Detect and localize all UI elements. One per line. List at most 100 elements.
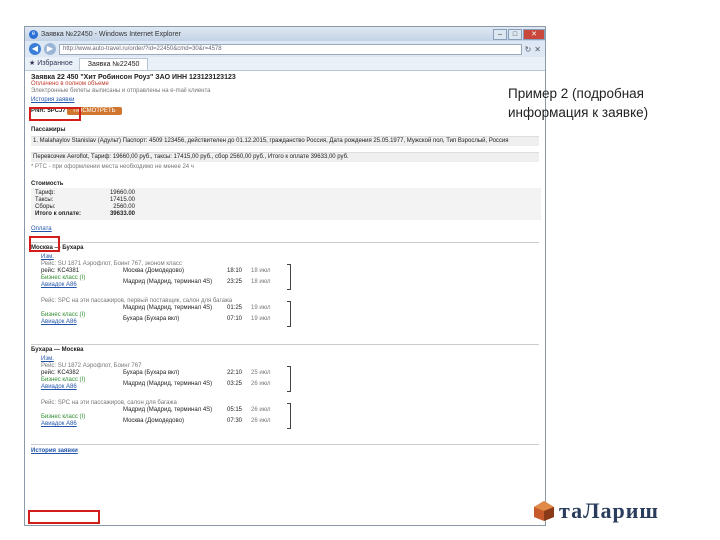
cost-label: Сборы: <box>35 204 56 210</box>
pay-link[interactable]: Оплата <box>31 226 52 233</box>
window-controls: – □ ✕ <box>492 28 545 40</box>
route-title: Бухара — Москва <box>31 344 539 354</box>
from-city: Мадрид (Мадрид, терминал 4S) <box>123 305 213 311</box>
arr-date: 26 июл <box>251 381 271 387</box>
cost-label: Тариф: <box>35 190 56 196</box>
highlight-history-top <box>29 107 81 121</box>
flight-segment: Изм. Рейс: SU 1872 Аэрофлот, Боинг 767 р… <box>31 356 539 398</box>
logo-mark-icon <box>534 501 554 521</box>
dep-date: 25 июл <box>251 370 271 376</box>
order-status: Оплачено в полном объеме <box>31 81 109 87</box>
tab-order[interactable]: Заявка №22450 <box>78 58 149 70</box>
cost-row: Сборы: 2560.00 <box>35 204 135 211</box>
browser-window: e Заявка №22450 - Windows Internet Explo… <box>24 26 546 526</box>
flight-segment: Изм. Рейс: SU 1871 Аэрофлот, Боинг 767, … <box>31 254 539 296</box>
stop-icon[interactable]: ✕ <box>534 45 541 54</box>
dep-time: 22:10 <box>227 370 243 376</box>
segment-class: Бизнес класс (I) <box>41 377 86 383</box>
history-link-bottom[interactable]: История заявки <box>31 448 78 454</box>
address-bar: ◀ ▶ http://www.auto-travel.ru/order/?id=… <box>25 41 545 57</box>
segment-head: Рейс: SPC на эти пассажиров, салон для б… <box>41 400 177 406</box>
from-city: Мадрид (Мадрид, терминал 4S) <box>123 407 213 413</box>
passengers-title: Пассажиры <box>31 127 66 133</box>
footer-row: История заявки <box>31 444 539 455</box>
segment-link[interactable]: Авиадок А86 <box>41 319 77 326</box>
segment-head: Рейс: SPC на эти пассажиров, первый пост… <box>41 298 233 304</box>
segment-bracket <box>287 366 291 392</box>
cost-row: Таксы: 17415.00 <box>35 197 135 204</box>
address-icons: ↻ ✕ <box>525 45 541 54</box>
highlight-pay-link <box>29 236 60 252</box>
page-content: Заявка 22 450 "Хит Робинсон Роуз" ЗАО ИН… <box>25 71 545 525</box>
to-city: Москва (Домодедово) <box>123 418 184 424</box>
dep-date: 26 июл <box>251 407 271 413</box>
dep-time: 05:15 <box>227 407 243 413</box>
segment-head: Рейс: SU 1872 Аэрофлот, Боинг 767 <box>41 363 142 369</box>
flight-segment: Рейс: SPC на эти пассажиров, первый пост… <box>31 298 539 340</box>
segment-class: Бизнес класс (I) <box>41 414 86 420</box>
from-city: Москва (Домодедово) <box>123 268 184 274</box>
company-logo: таЛариш <box>533 498 659 524</box>
title-bar: e Заявка №22450 - Windows Internet Explo… <box>25 27 545 41</box>
back-icon[interactable]: ◀ <box>29 43 41 55</box>
maximize-icon[interactable]: □ <box>508 28 522 40</box>
minimize-icon[interactable]: – <box>493 28 507 40</box>
arr-time: 07:30 <box>227 418 243 424</box>
segment-class: Бизнес класс (I) <box>41 312 86 318</box>
segment-flight: рейс: KC4381 <box>41 268 80 274</box>
cost-title: Стоимость <box>31 181 64 187</box>
arr-date: 26 июл <box>251 418 271 424</box>
dep-date: 18 июл <box>251 268 271 274</box>
cost-label: Таксы: <box>35 197 54 203</box>
cost-row-total: Итого к оплате: 39633.00 <box>35 211 135 218</box>
logo-text: таЛариш <box>559 498 659 523</box>
segment-link[interactable]: Авиадок А86 <box>41 282 77 289</box>
cost-label: Итого к оплате: <box>35 211 81 217</box>
forward-icon[interactable]: ▶ <box>44 43 56 55</box>
cost-table: Тариф: 19660.00 Таксы: 17415.00 Сборы: 2560… <box>31 188 541 220</box>
arr-time: 23:25 <box>227 279 243 285</box>
cost-value: 19660.00 <box>109 190 135 196</box>
segment-link[interactable]: Авиадок А86 <box>41 421 77 428</box>
to-city: Бухара (Бухара вкл) <box>123 316 180 322</box>
dep-date: 19 июл <box>251 305 271 311</box>
arr-date: 18 июл <box>251 279 271 285</box>
url-input[interactable]: http://www.auto-travel.ru/order/?id=2245… <box>59 43 522 55</box>
favorites-label: Избранное <box>37 60 73 67</box>
arr-time: 03:25 <box>227 381 243 387</box>
segment-link[interactable]: Авиадок А86 <box>41 384 77 391</box>
segment-class: Бизнес класс (I) <box>41 275 86 281</box>
cost-row: Тариф: 19660.00 <box>35 190 135 197</box>
highlight-history-bottom <box>28 510 100 524</box>
cost-value: 17415.00 <box>109 197 135 203</box>
refresh-icon[interactable]: ↻ <box>525 45 532 54</box>
history-link-top[interactable]: История заявки <box>31 97 74 104</box>
to-city: Мадрид (Мадрид, терминал 4S) <box>123 381 213 387</box>
from-city: Бухара (Бухара вкл) <box>123 370 180 376</box>
fare-row: Перевозчик Aeroflot, Тариф: 19660,00 руб… <box>31 152 539 162</box>
flight-segment: Рейс: SPC на эти пассажиров, салон для б… <box>31 400 539 442</box>
segment-bracket <box>287 403 291 429</box>
cost-value: 2560.00 <box>113 204 135 210</box>
to-city: Мадрид (Мадрид, терминал 4S) <box>123 279 213 285</box>
segment-head: Рейс: SU 1871 Аэрофлот, Боинг 767, эконо… <box>41 261 182 267</box>
arr-time: 07:10 <box>227 316 243 322</box>
passenger-row: 1. Malahaylov Stanislav (Адульт) Паспорт… <box>31 136 539 146</box>
order-header: Заявка 22 450 "Хит Робинсон Роуз" ЗАО ИН… <box>31 74 236 81</box>
favorites-button[interactable]: ★ Избранное <box>29 58 73 70</box>
window-title: Заявка №22450 - Windows Internet Explore… <box>41 30 181 38</box>
segment-change-link[interactable]: Изм. <box>41 254 54 261</box>
close-icon[interactable]: ✕ <box>523 28 545 40</box>
ie-logo-icon: e <box>29 29 38 39</box>
segment-bracket <box>287 264 291 290</box>
pnr-row: PNR: 5PCJ7 ПОСМОТРЕТЬ <box>31 107 539 115</box>
order-note: Электронные билеты выписаны и отправлены… <box>31 88 211 94</box>
segment-flight: рейс: KC4382 <box>41 370 80 376</box>
route-title: Москва — Бухара <box>31 242 539 252</box>
arr-date: 19 июл <box>251 316 271 322</box>
slide-caption: Пример 2 (подробная информация к заявке) <box>508 86 649 120</box>
segment-change-link[interactable]: Изм. <box>41 356 54 363</box>
passenger-note: * PTC - при оформлении места необходимо … <box>31 164 194 170</box>
segment-bracket <box>287 301 291 327</box>
cost-value: 39633.00 <box>109 211 135 217</box>
